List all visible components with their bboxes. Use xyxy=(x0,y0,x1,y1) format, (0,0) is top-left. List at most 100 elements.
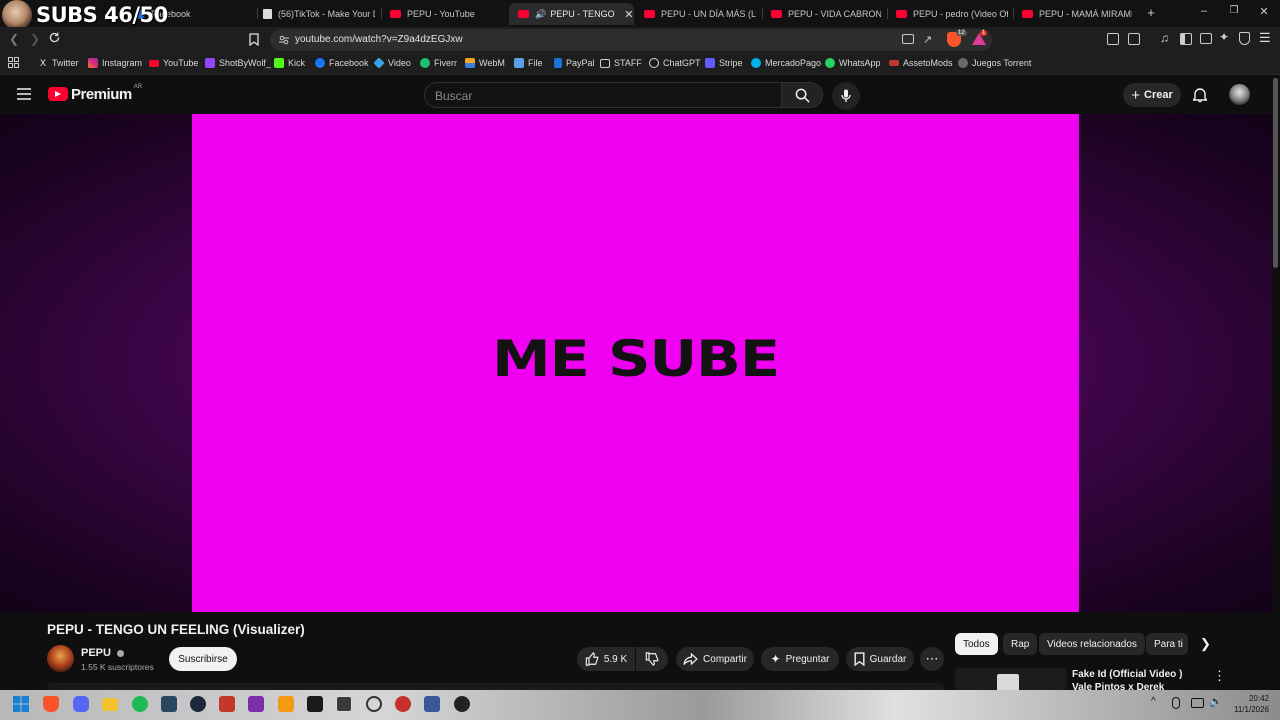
app-launcher-icon[interactable] xyxy=(248,696,264,712)
back-icon[interactable]: ❮ xyxy=(9,32,19,46)
window-close-icon[interactable]: ✕ xyxy=(1256,5,1272,18)
tab-pepu-vida-cabrona[interactable]: PEPU - VIDA CABRONA (L xyxy=(771,3,881,25)
tab-label: PEPU - pedro (Video Ofici xyxy=(913,9,1008,19)
tab-pepu-un-dia-mas[interactable]: PEPU - UN DÍA MÁS (Lyric xyxy=(644,3,756,25)
bookmark-webm[interactable]: WebM xyxy=(465,58,505,68)
channel-name[interactable]: PEPU xyxy=(81,647,125,659)
vpn-shield-icon[interactable] xyxy=(1239,32,1250,45)
media-player-icon[interactable] xyxy=(395,696,411,712)
create-button[interactable]: + Crear xyxy=(1123,83,1181,107)
bookmark-staff[interactable]: STAFF xyxy=(600,58,642,68)
bookmark-twitter[interactable]: X Twitter xyxy=(38,58,79,68)
cast-icon[interactable] xyxy=(902,34,914,44)
subscribe-button[interactable]: Suscribirse xyxy=(169,647,237,671)
bookmark-whatsapp[interactable]: WhatsApp xyxy=(825,58,881,68)
forward-icon[interactable]: ❯ xyxy=(30,32,40,46)
brave-browser-icon[interactable] xyxy=(43,696,59,712)
site-info-icon[interactable] xyxy=(278,34,290,46)
capcut-icon[interactable] xyxy=(307,696,323,712)
account-avatar[interactable] xyxy=(1229,84,1250,105)
restore-icon[interactable]: ❐ xyxy=(1226,5,1242,16)
leo-ai-icon[interactable]: ✦ xyxy=(1219,30,1229,44)
windows-start-icon[interactable] xyxy=(13,696,29,712)
bookmark-video[interactable]: Video xyxy=(373,57,411,69)
tray-display-icon[interactable] xyxy=(1191,698,1204,708)
like-button[interactable]: 5.9 K xyxy=(577,647,635,671)
channel-avatar[interactable] xyxy=(47,645,74,672)
search-input[interactable]: Buscar xyxy=(424,82,782,108)
bookmark-assetomods[interactable]: AssetoMods xyxy=(889,58,953,68)
tab-pepu-tengo-un-feeling[interactable]: 🔊 PEPU - TENGO UN ✕ xyxy=(509,3,634,25)
ask-button[interactable]: ✦ Preguntar xyxy=(761,647,839,671)
bookmark-chatgpt[interactable]: ChatGPT xyxy=(649,58,701,68)
app-a-icon[interactable] xyxy=(278,696,294,712)
more-actions-button[interactable]: ⋯ xyxy=(920,647,944,671)
screenshot-icon[interactable] xyxy=(1128,33,1140,45)
file-icon xyxy=(514,58,524,68)
bookmark-juegos-torrent[interactable]: Juegos Torrent xyxy=(958,58,1031,68)
bookmark-page-icon[interactable] xyxy=(249,33,259,46)
chip-videos-relacionados[interactable]: Videos relacionados xyxy=(1039,633,1145,655)
youtube-premium-logo[interactable]: Premium AR xyxy=(48,84,142,102)
game-launcher-icon[interactable] xyxy=(219,696,235,712)
bookmark-paypal[interactable]: PayPal xyxy=(554,58,595,68)
app-n-icon[interactable] xyxy=(336,696,352,712)
tray-expand-icon[interactable]: ^ xyxy=(1151,696,1156,707)
tab-pepu-youtube[interactable]: PEPU - YouTube xyxy=(390,3,502,25)
bookmark-facebook[interactable]: Facebook xyxy=(315,58,369,68)
share-page-icon[interactable]: ↗ xyxy=(923,33,932,46)
spotify-icon[interactable] xyxy=(132,696,148,712)
save-button[interactable]: Guardar xyxy=(846,647,914,671)
bookmark-shotbywolf[interactable]: ShotByWolf_ xyxy=(205,58,271,68)
minimize-icon[interactable]: – xyxy=(1196,5,1212,17)
description-box[interactable] xyxy=(47,683,944,690)
tab-pepu-pedro[interactable]: PEPU - pedro (Video Ofici xyxy=(896,3,1008,25)
recommended-video-title[interactable]: Fake Id (Official Video ) Vale Pintos x … xyxy=(1072,668,1202,690)
recommendation-menu-icon[interactable]: ⋮ xyxy=(1213,668,1226,684)
bookmark-youtube[interactable]: YouTube xyxy=(149,58,198,68)
share-button[interactable]: Compartir xyxy=(676,647,754,671)
sidebar-toggle-icon[interactable] xyxy=(1180,33,1192,45)
tab-pepu-mama-mirame[interactable]: PEPU - MAMÁ MIRAME (C xyxy=(1022,3,1132,25)
dislike-button[interactable] xyxy=(636,647,668,671)
apps-grid-icon[interactable] xyxy=(8,57,19,68)
guide-menu-icon[interactable] xyxy=(17,88,31,100)
recommended-video-thumbnail[interactable] xyxy=(955,668,1067,690)
scrollbar-thumb[interactable] xyxy=(1273,78,1278,268)
tray-volume-icon[interactable]: 🔈 xyxy=(1209,695,1223,708)
voice-search-button[interactable] xyxy=(832,82,860,110)
bookmark-file[interactable]: File xyxy=(514,58,543,68)
new-tab-plus-icon[interactable]: + xyxy=(1143,5,1159,20)
chip-todos[interactable]: Todos xyxy=(955,633,998,655)
tray-mic-icon[interactable] xyxy=(1172,697,1180,709)
tab-tiktok[interactable]: (56)TikTok - Make Your Da xyxy=(263,3,375,25)
steam-icon-dark[interactable] xyxy=(161,696,177,712)
notifications-bell-icon[interactable] xyxy=(1193,87,1207,103)
extensions-icon[interactable] xyxy=(1107,33,1119,45)
bookmark-label: File xyxy=(528,58,543,68)
reload-icon[interactable] xyxy=(48,31,61,44)
search-button[interactable] xyxy=(781,82,823,108)
discord-icon[interactable] xyxy=(73,696,89,712)
bookmark-stripe[interactable]: Stripe xyxy=(705,58,743,68)
video-icon xyxy=(373,57,385,69)
address-bar[interactable]: youtube.com/watch?v=Z9a4dzEGJxw ↗ 12 1 xyxy=(270,29,992,51)
close-tab-icon[interactable]: ✕ xyxy=(624,8,633,21)
wallet-icon[interactable] xyxy=(1200,33,1212,44)
file-explorer-icon[interactable] xyxy=(102,698,118,711)
bookmark-instagram[interactable]: Instagram xyxy=(88,58,142,68)
obs-icon[interactable] xyxy=(454,696,470,712)
app-shield-icon[interactable] xyxy=(424,696,440,712)
steam-icon[interactable] xyxy=(190,696,206,712)
bookmark-kick[interactable]: Kick xyxy=(274,58,305,68)
browser-menu-icon[interactable]: ☰ xyxy=(1259,30,1271,46)
bookmark-fiverr[interactable]: Fiverr xyxy=(420,58,457,68)
tiktok-icon xyxy=(263,9,272,19)
taskbar-clock[interactable]: 20:42 11/1/2026 xyxy=(1225,693,1269,715)
chatgpt-app-icon[interactable] xyxy=(366,696,382,712)
chips-next-chevron-icon[interactable]: ❯ xyxy=(1200,636,1211,652)
bookmark-mercadopago[interactable]: MercadoPago xyxy=(751,58,821,68)
media-controls-icon[interactable]: ♫ xyxy=(1160,31,1169,45)
chip-rap[interactable]: Rap xyxy=(1003,633,1038,655)
chip-para-ti[interactable]: Para ti xyxy=(1146,633,1188,655)
